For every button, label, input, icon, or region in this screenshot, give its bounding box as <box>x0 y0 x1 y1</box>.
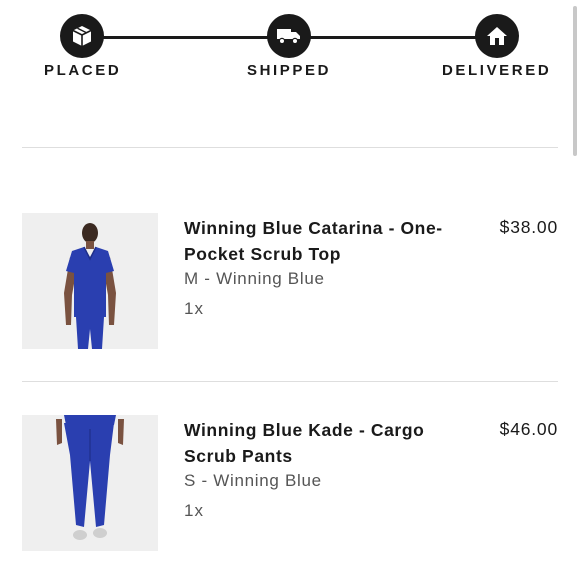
step-label-placed: PLACED <box>44 62 122 79</box>
divider <box>22 147 558 148</box>
item-quantity: 1x <box>184 501 204 520</box>
home-icon <box>475 14 519 58</box>
truck-icon <box>267 14 311 58</box>
item-quantity: 1x <box>184 299 204 318</box>
scrub-top-image[interactable] <box>22 213 158 349</box>
item-name[interactable]: Winning Blue Kade - Cargo Scrub Pants <box>184 417 474 469</box>
order-status-tracker: PLACED SHIPPED DELIVERED <box>0 0 580 100</box>
order-item[interactable]: Winning Blue Catarina - One-Pocket Scrub… <box>22 213 558 353</box>
item-variant: M - Winning Blue <box>184 269 325 288</box>
box-icon <box>60 14 104 58</box>
scrollbar[interactable] <box>573 6 577 156</box>
item-name[interactable]: Winning Blue Catarina - One-Pocket Scrub… <box>184 215 474 267</box>
item-variant: S - Winning Blue <box>184 471 322 490</box>
item-price: $38.00 <box>499 217 558 237</box>
scrub-pants-image[interactable] <box>22 415 158 551</box>
order-item[interactable]: Winning Blue Kade - Cargo Scrub Pants S … <box>22 415 558 555</box>
item-price: $46.00 <box>499 419 558 439</box>
divider <box>22 381 558 382</box>
step-label-shipped: SHIPPED <box>247 62 332 79</box>
step-label-delivered: DELIVERED <box>442 62 552 79</box>
